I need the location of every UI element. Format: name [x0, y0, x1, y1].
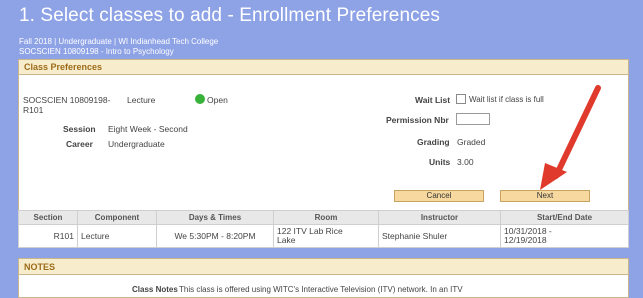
annotation-arrow-icon	[540, 85, 601, 190]
